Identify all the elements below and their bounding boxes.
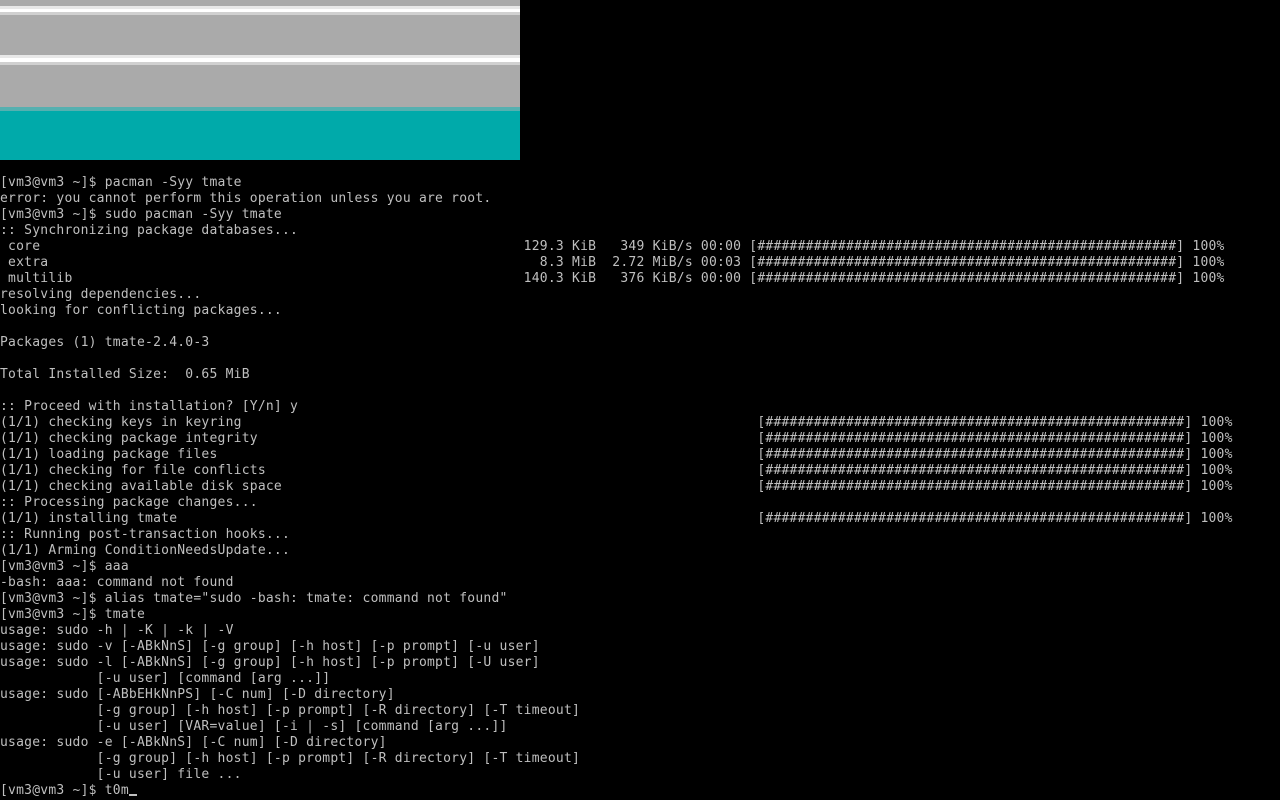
- terminal-line: multilib 140.3 KiB 376 KiB/s 00:00 [####…: [0, 271, 1225, 286]
- boot-splash-graphic: [0, 0, 520, 160]
- terminal-line: (1/1) installing tmate [################…: [0, 511, 1233, 526]
- terminal-line: -bash: aaa: command not found: [0, 575, 234, 590]
- terminal-line: (1/1) checking for file conflicts [#####…: [0, 463, 1233, 478]
- terminal-line: [vm3@vm3 ~]$ aaa: [0, 559, 129, 574]
- terminal-line: usage: sudo -h | -K | -k | -V: [0, 623, 234, 638]
- terminal-line: error: you cannot perform this operation…: [0, 191, 492, 206]
- terminal-line: Packages (1) tmate-2.4.0-3: [0, 335, 210, 350]
- terminal-line: [-u user] [command [arg ...]]: [0, 671, 331, 686]
- command-input-text[interactable]: [vm3@vm3 ~]$ t0m: [0, 783, 129, 798]
- terminal-line: [vm3@vm3 ~]$ pacman -Syy tmate: [0, 175, 242, 190]
- terminal-line: [vm3@vm3 ~]$ tmate: [0, 607, 146, 622]
- command-prompt-line[interactable]: [vm3@vm3 ~]$ t0m: [0, 783, 1280, 799]
- terminal-line: (1/1) checking package integrity [######…: [0, 431, 1233, 446]
- terminal-line: (1/1) checking keys in keyring [########…: [0, 415, 1233, 430]
- terminal-line: [vm3@vm3 ~]$ alias tmate="sudo -bash: tm…: [0, 591, 508, 606]
- terminal-line: :: Proceed with installation? [Y/n] y: [0, 399, 299, 414]
- terminal-line: (1/1) checking available disk space [###…: [0, 479, 1233, 494]
- terminal-line: [vm3@vm3 ~]$ sudo pacman -Syy tmate: [0, 207, 282, 222]
- terminal-line: usage: sudo -v [-ABkNnS] [-g group] [-h …: [0, 639, 540, 654]
- terminal-line: usage: sudo -e [-ABkNnS] [-C num] [-D di…: [0, 735, 387, 750]
- terminal-line: core 129.3 KiB 349 KiB/s 00:00 [########…: [0, 239, 1225, 254]
- terminal-line: extra 8.3 MiB 2.72 MiB/s 00:03 [########…: [0, 255, 1225, 270]
- terminal-line: Total Installed Size: 0.65 MiB: [0, 367, 250, 382]
- terminal-line: [-g group] [-h host] [-p prompt] [-R dir…: [0, 703, 581, 718]
- splash-teal-band: [0, 111, 520, 160]
- terminal-line: resolving dependencies...: [0, 287, 202, 302]
- terminal-line: [-g group] [-h host] [-p prompt] [-R dir…: [0, 751, 581, 766]
- terminal-line: :: Processing package changes...: [0, 495, 258, 510]
- terminal-line: :: Synchronizing package databases...: [0, 223, 299, 238]
- terminal-line: usage: sudo -l [-ABkNnS] [-g group] [-h …: [0, 655, 540, 670]
- terminal-line: :: Running post-transaction hooks...: [0, 527, 291, 542]
- terminal-line: (1/1) Arming ConditionNeedsUpdate...: [0, 543, 291, 558]
- terminal-line: (1/1) loading package files [###########…: [0, 447, 1233, 462]
- console-screen[interactable]: [vm3@vm3 ~]$ pacman -Syy tmate error: you…: [0, 0, 1280, 800]
- terminal-line: looking for conflicting packages...: [0, 303, 282, 318]
- terminal-line: [-u user] [VAR=value] [-i | -s] [command…: [0, 719, 508, 734]
- terminal-output: [vm3@vm3 ~]$ pacman -Syy tmate error: you…: [0, 175, 1280, 799]
- terminal-line: [-u user] file ...: [0, 767, 242, 782]
- cursor-icon: [128, 794, 137, 796]
- terminal-line: usage: sudo [-ABbEHkNnPS] [-C num] [-D d…: [0, 687, 395, 702]
- splash-stripe: [0, 15, 520, 55]
- splash-stripe: [0, 65, 520, 107]
